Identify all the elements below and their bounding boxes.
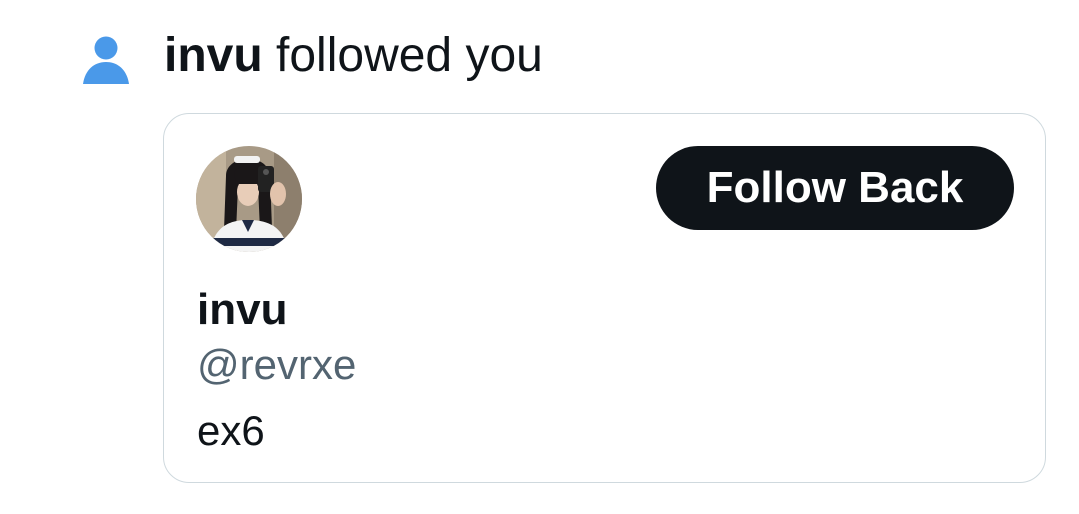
user-handle[interactable]: @revrxe bbox=[197, 338, 356, 392]
follow-back-button[interactable]: Follow Back bbox=[656, 146, 1014, 230]
action-text: followed you bbox=[262, 29, 543, 82]
profile-card[interactable]: Follow Back invu @revrxe ex6 bbox=[163, 113, 1046, 483]
follow-notification[interactable]: invu followed you Follow Back invu @revr… bbox=[0, 0, 1079, 514]
person-icon bbox=[83, 36, 129, 84]
user-bio: ex6 bbox=[197, 407, 265, 454]
actor-name-link[interactable]: invu bbox=[164, 29, 263, 82]
notification-text: invu followed you bbox=[164, 26, 543, 86]
avatar[interactable] bbox=[196, 146, 302, 252]
display-name[interactable]: invu bbox=[197, 282, 287, 338]
